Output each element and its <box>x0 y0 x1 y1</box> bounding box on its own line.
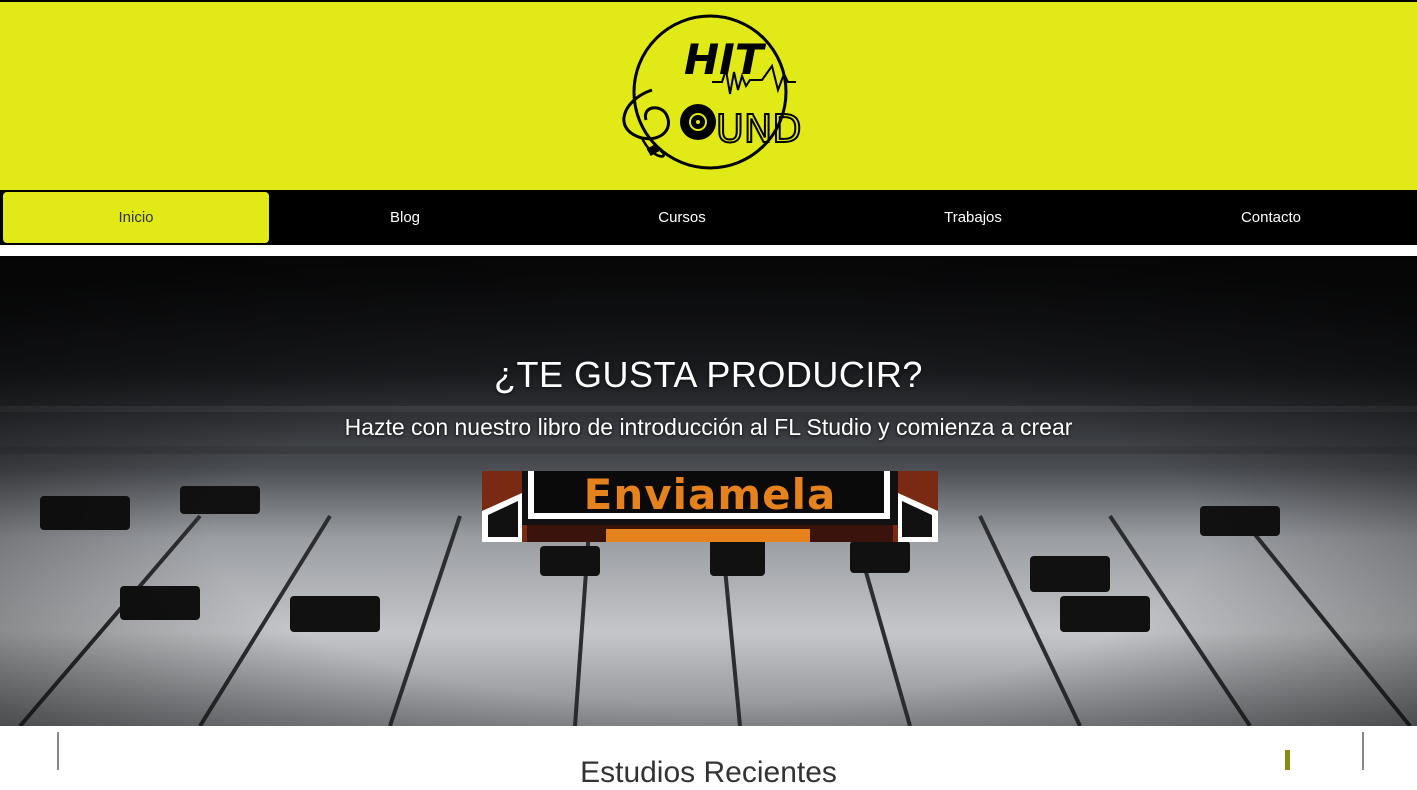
nav-item-inicio[interactable]: Inicio <box>3 192 269 243</box>
site-header: HIT UND <box>0 2 1417 190</box>
nav-spacer <box>0 245 1417 256</box>
recent-studies-section: Estudios Recientes <box>0 726 1417 789</box>
section-title: Estudios Recientes <box>580 756 837 789</box>
main-nav: Inicio Blog Cursos Trabajos Contacto <box>0 190 1417 245</box>
hero-title: ¿TE GUSTA PRODUCIR? <box>494 354 923 395</box>
svg-text:HIT: HIT <box>684 35 767 84</box>
nav-item-cursos[interactable]: Cursos <box>557 192 807 243</box>
site-logo[interactable]: HIT UND <box>612 10 808 180</box>
enviamela-label: Enviamela <box>583 470 837 519</box>
hero-banner: ¿TE GUSTA PRODUCIR? Hazte con nuestro li… <box>0 256 1417 726</box>
nav-item-blog[interactable]: Blog <box>280 192 530 243</box>
nav-item-trabajos[interactable]: Trabajos <box>848 192 1098 243</box>
hero-subtitle: Hazte con nuestro libro de introducción … <box>344 414 1073 440</box>
enviamela-button[interactable]: Enviamela <box>482 471 938 542</box>
accent-bar <box>1285 750 1290 770</box>
svg-text:UND: UND <box>716 107 802 151</box>
hit-sound-logo-icon: HIT UND <box>622 14 803 170</box>
nav-item-contacto[interactable]: Contacto <box>1146 192 1396 243</box>
